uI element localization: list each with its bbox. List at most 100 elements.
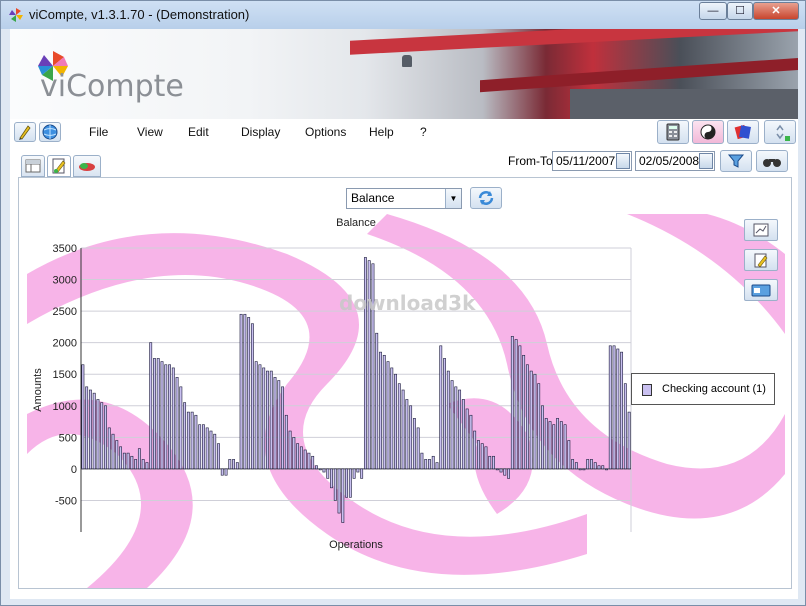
bar	[250, 323, 254, 470]
bar	[277, 380, 281, 470]
chart-pill-icon[interactable]	[73, 155, 101, 177]
bar	[81, 364, 85, 470]
funnel-icon[interactable]	[720, 150, 752, 172]
calendar-icon[interactable]	[699, 153, 713, 169]
watermark-text: download3k	[339, 291, 476, 315]
bar	[92, 392, 96, 470]
bar	[318, 468, 322, 471]
bar	[228, 459, 232, 470]
menu-bar: File View Edit Display Options Help ?	[10, 119, 798, 145]
bar	[541, 405, 544, 470]
header-banner: viCompte	[10, 29, 798, 119]
close-button[interactable]: ✕	[753, 2, 799, 20]
bar	[522, 354, 526, 470]
bar	[627, 411, 631, 470]
bar	[416, 427, 420, 470]
title-bar[interactable]: viCompte, v1.3.1.70 - (Demonstration) — …	[1, 1, 805, 29]
bar	[605, 468, 608, 471]
bar	[107, 427, 111, 470]
bar	[439, 345, 443, 470]
bar	[149, 342, 153, 470]
bar	[217, 443, 220, 470]
bar	[299, 446, 303, 470]
bar	[171, 367, 175, 470]
bar	[224, 468, 228, 476]
banner-roof-decoration	[350, 29, 798, 55]
yin-yang-icon[interactable]	[692, 120, 724, 144]
table-icon[interactable]	[21, 155, 45, 177]
bar	[379, 351, 382, 470]
menu-help[interactable]: Help	[369, 125, 394, 139]
chart-panel: Balance ▼ 3500 3000 2500 2000 1500 1000 500 0 -5…	[18, 177, 792, 589]
bar	[537, 383, 541, 470]
menu-file[interactable]: File	[89, 125, 108, 139]
menu-edit[interactable]: Edit	[188, 125, 209, 139]
bar	[492, 455, 495, 470]
bar	[586, 459, 590, 470]
menu-view[interactable]: View	[137, 125, 163, 139]
wind-bell-decoration	[402, 55, 412, 67]
card-icon[interactable]	[744, 279, 778, 301]
edit-note-icon[interactable]	[744, 249, 778, 271]
bar	[145, 462, 149, 470]
from-date-field[interactable]: 05/11/2007	[552, 151, 632, 171]
bar	[296, 443, 300, 470]
y-axis-label: Amounts	[32, 368, 44, 412]
binoculars-icon[interactable]	[756, 150, 788, 172]
y-tick-label: 3000	[53, 275, 77, 287]
bar	[175, 377, 179, 470]
bar	[269, 370, 273, 470]
bar	[360, 468, 364, 479]
bar	[412, 418, 416, 470]
maximize-button[interactable]: ☐	[727, 2, 753, 20]
bar	[322, 468, 326, 473]
bar	[556, 418, 559, 470]
minimize-button[interactable]: —	[699, 2, 727, 20]
menu-display[interactable]: Display	[241, 125, 280, 139]
bar	[284, 414, 288, 470]
app-window: viCompte, v1.3.1.70 - (Demonstration) — …	[0, 0, 806, 606]
to-date-field[interactable]: 02/05/2008	[635, 151, 715, 171]
bar	[292, 437, 296, 470]
bar	[473, 430, 477, 470]
from-to-label: From-To	[508, 154, 553, 168]
edit-pencil-icon[interactable]	[14, 122, 36, 142]
menu-options[interactable]: Options	[305, 125, 346, 139]
bar	[390, 367, 394, 470]
bar	[303, 449, 307, 470]
bar	[525, 364, 529, 470]
bar	[337, 468, 341, 514]
bar	[382, 354, 386, 470]
bar	[590, 459, 593, 470]
calculator-icon[interactable]	[657, 120, 689, 144]
bar	[552, 424, 556, 470]
bar	[477, 440, 480, 470]
bar	[454, 386, 458, 470]
bar	[311, 455, 315, 470]
chart-frame-icon[interactable]	[744, 219, 778, 241]
bar	[345, 468, 349, 498]
bar	[514, 339, 518, 470]
sort-arrows-icon[interactable]	[764, 120, 796, 144]
from-date-value: 05/11/2007	[556, 154, 616, 168]
bar	[160, 361, 164, 470]
color-books-icon[interactable]	[727, 120, 759, 144]
calendar-icon[interactable]	[616, 153, 630, 169]
menu-about[interactable]: ?	[420, 125, 427, 139]
bar	[571, 459, 575, 470]
globe-icon[interactable]	[39, 122, 61, 142]
bar	[213, 433, 217, 470]
bar	[469, 414, 473, 470]
bar	[405, 399, 409, 470]
refresh-button[interactable]	[470, 187, 502, 209]
chevron-down-icon[interactable]: ▼	[445, 189, 461, 208]
bar	[235, 462, 239, 470]
chart-type-select[interactable]: Balance ▼	[346, 188, 462, 209]
bar	[119, 446, 122, 470]
legend-label: Checking account (1)	[662, 383, 766, 395]
bar	[563, 424, 567, 470]
bar	[461, 399, 465, 470]
edit-document-icon[interactable]	[47, 155, 71, 177]
bar	[330, 468, 333, 489]
bar	[409, 405, 413, 470]
